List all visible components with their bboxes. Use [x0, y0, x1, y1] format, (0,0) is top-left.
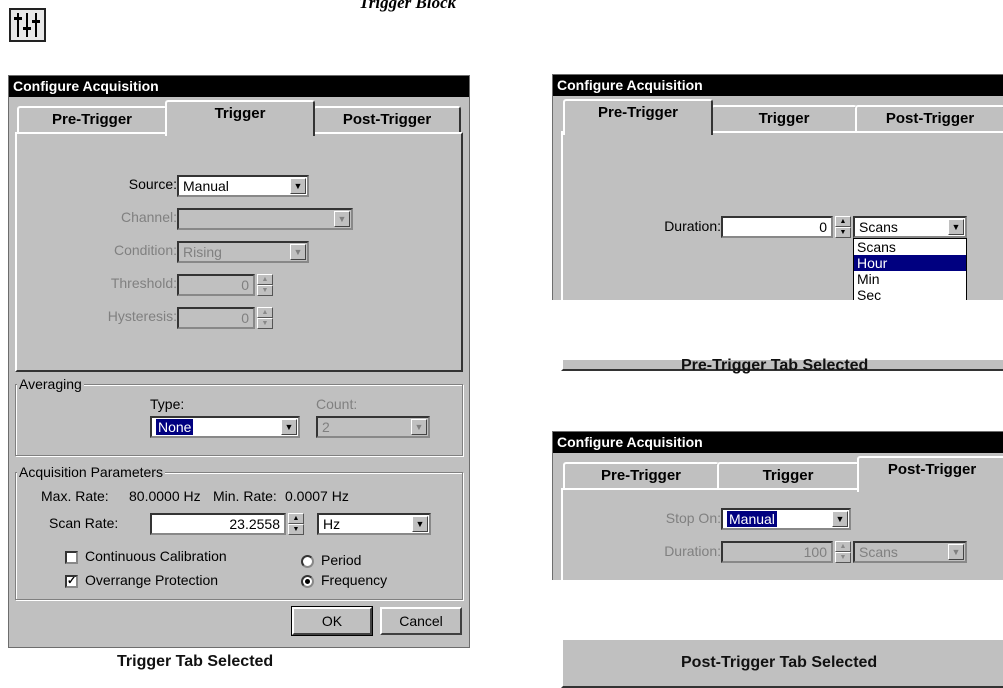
stop-on-select[interactable]: Manual ▼	[721, 508, 851, 530]
averaging-type-select[interactable]: None ▼	[150, 416, 300, 438]
spin-down-icon[interactable]: ▼	[257, 318, 273, 329]
post-duration-unit-value: Scans	[859, 544, 898, 560]
source-label: Source:	[128, 176, 177, 192]
scan-rate-unit-select[interactable]: Hz ▼	[317, 513, 431, 535]
stop-on-label: Stop On:	[665, 510, 721, 526]
duration-label: Duration:	[664, 218, 721, 234]
averaging-type-label: Type:	[150, 396, 185, 412]
frequency-label: Frequency	[321, 572, 388, 588]
duration-input[interactable]: 0	[721, 216, 833, 238]
scan-rate-input[interactable]: 23.2558	[150, 513, 286, 535]
configure-acquisition-dialog-trigger: Configure Acquisition Pre-Trigger Trigge…	[8, 75, 470, 648]
block-title: Trigger Block	[359, 0, 457, 12]
scan-rate-spinner[interactable]: ▲ ▼	[288, 513, 304, 535]
hysteresis-input[interactable]: 0	[177, 307, 255, 329]
chevron-down-icon[interactable]: ▼	[412, 516, 428, 532]
overrange-protection-checkbox[interactable]: ✓	[65, 575, 78, 588]
averaging-count-select[interactable]: 2 ▼	[316, 416, 430, 438]
frequency-radio[interactable]	[301, 575, 314, 588]
duration-spinner[interactable]: ▲ ▼	[835, 216, 851, 238]
channel-select[interactable]: ▼	[177, 208, 353, 230]
tab-pre-trigger[interactable]: Pre-Trigger	[563, 99, 713, 135]
continuous-calibration-label: Continuous Calibration	[85, 548, 227, 564]
tab-post-trigger[interactable]: Post-Trigger	[857, 456, 1003, 492]
dialog-title: Configure Acquisition	[553, 75, 1003, 96]
cancel-button[interactable]: Cancel	[380, 607, 462, 635]
min-rate-value: 0.0007 Hz	[285, 488, 349, 504]
max-rate-label: Max. Rate:	[41, 488, 109, 504]
tab-post-trigger[interactable]: Post-Trigger	[313, 106, 461, 134]
tab-post-trigger[interactable]: Post-Trigger	[855, 105, 1003, 133]
averaging-type-value: None	[154, 418, 195, 436]
trigger-tab-panel: Source: Manual ▼ Channel: ▼ Condition: R…	[15, 132, 463, 372]
tab-trigger[interactable]: Trigger	[717, 462, 859, 490]
tab-trigger[interactable]: Trigger	[165, 100, 315, 136]
dropdown-option-min[interactable]: Min	[854, 271, 966, 287]
dropdown-option-hour[interactable]: Hour	[854, 255, 966, 271]
averaging-count-value: 2	[322, 419, 330, 435]
chevron-down-icon[interactable]: ▼	[290, 178, 306, 194]
tab-trigger[interactable]: Trigger	[711, 105, 857, 133]
spin-up-icon[interactable]: ▲	[257, 307, 273, 318]
chevron-down-icon[interactable]: ▼	[334, 211, 350, 227]
caption-post-trigger-tab: Post-Trigger Tab Selected	[681, 654, 878, 671]
dropdown-option-scans[interactable]: Scans	[854, 239, 966, 255]
spin-down-icon[interactable]: ▼	[257, 285, 273, 296]
trigger-sliders-icon[interactable]	[9, 8, 46, 42]
duration-unit-select[interactable]: Scans ▼	[853, 216, 967, 238]
condition-value: Rising	[183, 244, 222, 260]
post-duration-unit-select[interactable]: Scans ▼	[853, 541, 967, 563]
chevron-down-icon[interactable]: ▼	[281, 419, 297, 435]
stop-on-value: Manual	[726, 510, 778, 528]
torn-edge	[551, 580, 1003, 640]
hysteresis-spinner[interactable]: ▲ ▼	[257, 307, 273, 329]
dialog-title: Configure Acquisition	[9, 76, 469, 97]
caption-pre-trigger-tab: Pre-Trigger Tab Selected	[681, 357, 869, 374]
source-value: Manual	[183, 178, 229, 194]
condition-label: Condition:	[113, 242, 177, 258]
spin-down-icon[interactable]: ▼	[288, 524, 304, 535]
ok-button[interactable]: OK	[291, 606, 373, 636]
averaging-group-label: Averaging	[17, 376, 84, 392]
chevron-down-icon[interactable]: ▼	[948, 544, 964, 560]
chevron-down-icon[interactable]: ▼	[411, 419, 427, 435]
max-rate-value: 80.0000 Hz	[129, 488, 201, 504]
spin-down-icon[interactable]: ▼	[835, 552, 851, 563]
threshold-spinner[interactable]: ▲ ▼	[257, 274, 273, 296]
chevron-down-icon[interactable]: ▼	[948, 219, 964, 235]
spin-up-icon[interactable]: ▲	[835, 216, 851, 227]
channel-label: Channel:	[120, 209, 177, 225]
min-rate-label: Min. Rate:	[213, 488, 277, 504]
acquisition-parameters-label: Acquisition Parameters	[17, 464, 165, 480]
post-duration-label: Duration:	[664, 543, 721, 559]
spin-up-icon[interactable]: ▲	[288, 513, 304, 524]
duration-unit-value: Scans	[859, 219, 898, 235]
source-select[interactable]: Manual ▼	[177, 175, 309, 197]
tab-pre-trigger[interactable]: Pre-Trigger	[17, 106, 167, 134]
spin-down-icon[interactable]: ▼	[835, 227, 851, 238]
tab-pre-trigger[interactable]: Pre-Trigger	[563, 462, 719, 490]
period-radio[interactable]	[301, 555, 314, 568]
chevron-down-icon[interactable]: ▼	[832, 511, 848, 527]
overrange-protection-label: Overrange Protection	[85, 572, 219, 588]
spin-up-icon[interactable]: ▲	[257, 274, 273, 285]
configure-acquisition-dialog-post-trigger: Configure Acquisition Pre-Trigger Trigge…	[551, 431, 1003, 688]
post-duration-spinner[interactable]: ▲ ▼	[835, 541, 851, 563]
averaging-count-label: Count:	[316, 396, 358, 412]
scan-rate-label: Scan Rate:	[49, 515, 119, 531]
continuous-calibration-checkbox[interactable]	[65, 551, 78, 564]
dialog-title: Configure Acquisition	[553, 432, 1003, 453]
caption-trigger-tab: Trigger Tab Selected	[117, 653, 274, 670]
threshold-input[interactable]: 0	[177, 274, 255, 296]
scan-rate-unit-value: Hz	[323, 516, 341, 532]
period-label: Period	[321, 552, 362, 568]
post-duration-input[interactable]: 100	[721, 541, 833, 563]
configure-acquisition-dialog-pre-trigger: Configure Acquisition Pre-Trigger Trigge…	[551, 74, 1003, 371]
chevron-down-icon[interactable]: ▼	[290, 244, 306, 260]
spin-up-icon[interactable]: ▲	[835, 541, 851, 552]
threshold-label: Threshold:	[110, 275, 177, 291]
torn-edge	[551, 300, 1003, 360]
hysteresis-label: Hysteresis:	[107, 308, 177, 324]
condition-select[interactable]: Rising ▼	[177, 241, 309, 263]
